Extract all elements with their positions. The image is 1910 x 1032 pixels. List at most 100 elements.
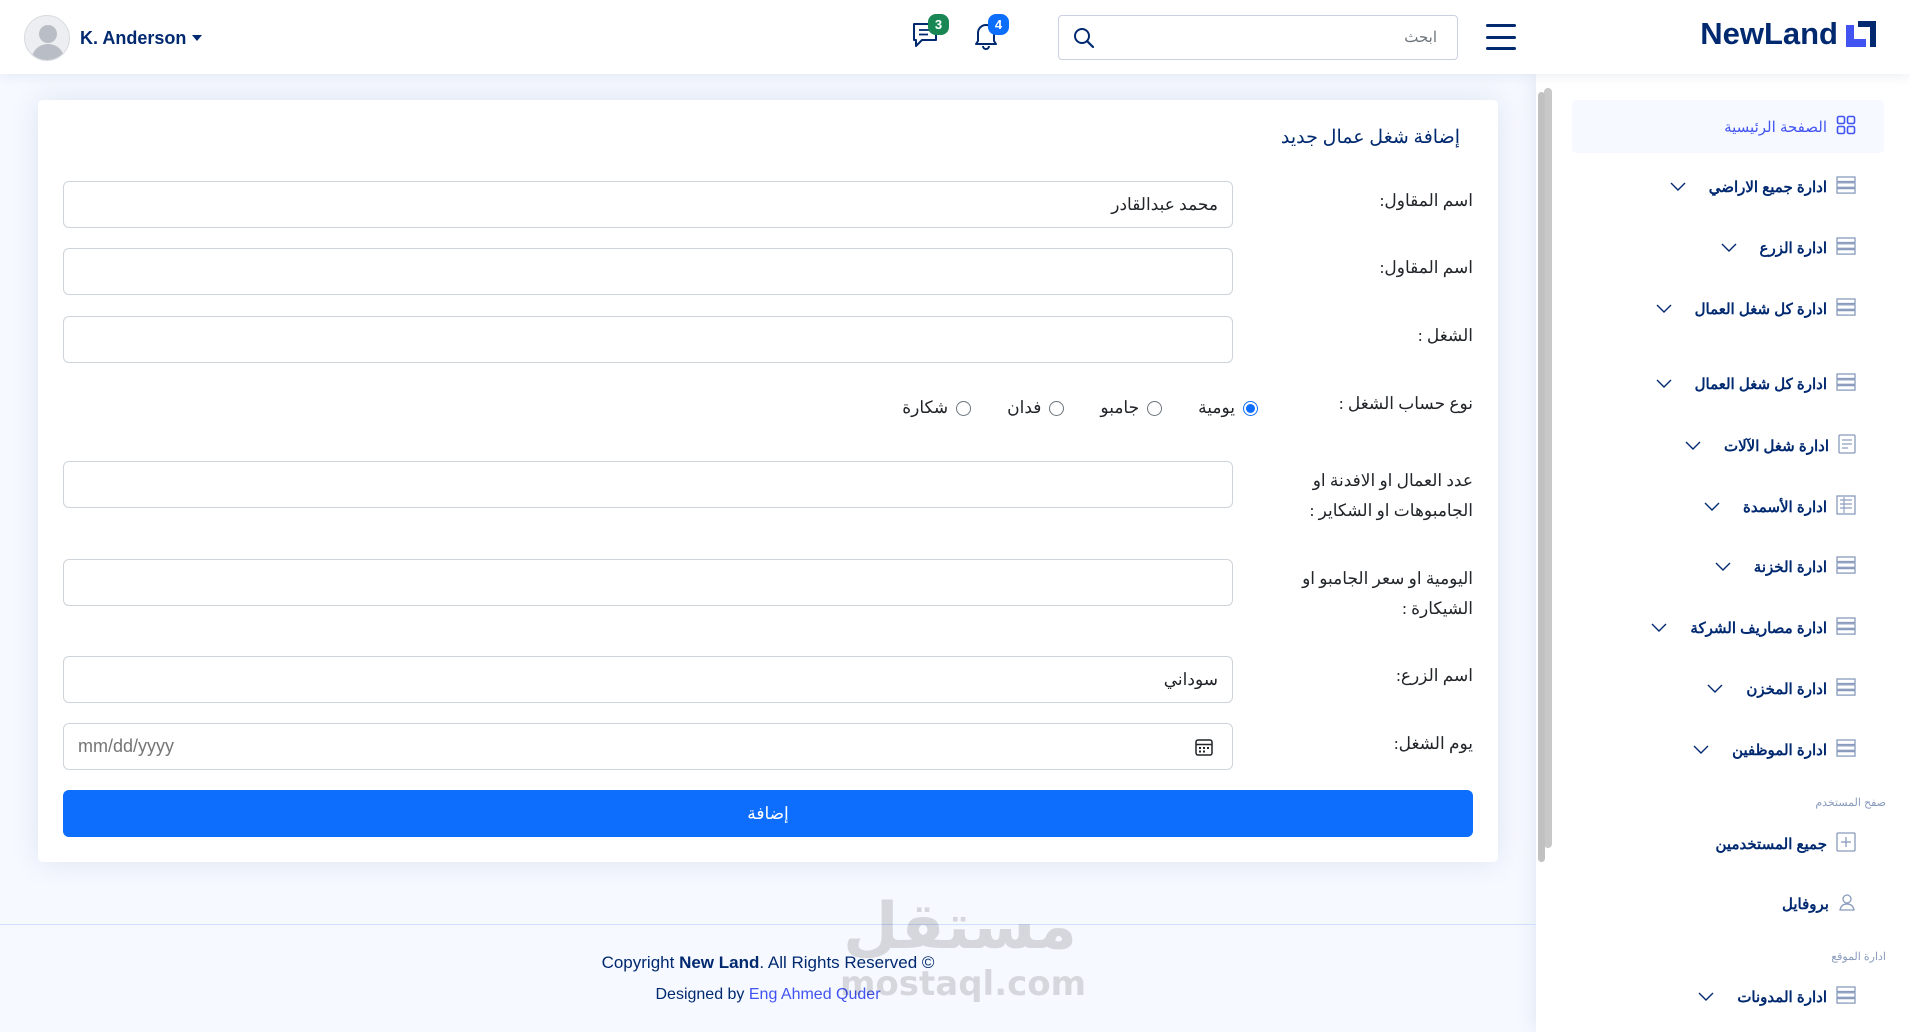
price-field[interactable]	[63, 559, 1233, 606]
brand-logo[interactable]: NewLand	[1700, 16, 1878, 52]
footer-brand: New Land	[679, 953, 760, 972]
contractor2-input[interactable]	[64, 249, 1232, 294]
radio-button[interactable]	[956, 400, 972, 416]
sidebar-item-label: ادارة المدونات	[1737, 989, 1827, 1006]
footer: Copyright New Land. All Rights Reserved …	[0, 924, 1536, 1032]
user-name: K. Anderson	[80, 27, 187, 48]
chevron-down-icon	[1656, 376, 1672, 393]
sidebar-item-expenses[interactable]: ادارة مصاريف الشركة	[1651, 617, 1856, 639]
server-icon	[1836, 986, 1856, 1008]
brand-name: NewLand	[1700, 16, 1838, 51]
designer-link[interactable]: Eng Ahmed Quder	[749, 986, 881, 1003]
sidebar-item-employees[interactable]: ادارة الموظفين	[1693, 739, 1856, 761]
chevron-down-icon	[1707, 681, 1723, 698]
person-icon	[1838, 893, 1856, 915]
document-icon	[1838, 434, 1856, 458]
sidebar-item-profile[interactable]: بروفايل	[1782, 893, 1856, 915]
sidebar-item-fertilizers[interactable]: ادارة الأسمدة	[1704, 495, 1856, 519]
add-workers-form-card: إضافة شغل عمال جديد اسم المقاول: اسم الم…	[38, 100, 1498, 862]
count-field[interactable]	[63, 461, 1233, 508]
contractor2-label: اسم المقاول:	[1379, 258, 1473, 277]
chevron-down-icon	[1670, 179, 1686, 196]
sidebar-item-label: ادارة الموظفين	[1732, 742, 1827, 759]
calc-type-label: نوع حساب الشغل :	[1338, 394, 1473, 413]
profile-menu[interactable]: K. Anderson	[24, 15, 203, 61]
radio-feddan[interactable]: فدان	[1007, 398, 1065, 418]
chevron-down-icon	[1693, 742, 1709, 759]
work-input[interactable]	[64, 317, 1232, 362]
work-label: الشغل :	[1417, 326, 1473, 345]
server-icon	[1836, 678, 1856, 700]
sidebar-item-label: جميع المستخدمين	[1715, 836, 1827, 853]
contractor-field[interactable]	[63, 181, 1233, 228]
radio-daily[interactable]: يومية	[1198, 398, 1258, 418]
top-header: NewLand 3 4 K. Anderson	[0, 0, 1910, 74]
server-icon	[1836, 556, 1856, 578]
chevron-down-icon	[1704, 499, 1720, 516]
sidebar-item-label: الصفحة الرئيسية	[1724, 118, 1827, 136]
sidebar-item-lands[interactable]: ادارة جميع الاراضي	[1670, 176, 1856, 198]
search-icon[interactable]	[1073, 27, 1095, 54]
add-button[interactable]: إضافة	[63, 790, 1473, 837]
designed-by-text: Designed by Eng Ahmed Quder	[655, 986, 881, 1003]
crop-field[interactable]	[63, 656, 1233, 703]
menu-toggle-icon[interactable]	[1486, 24, 1516, 50]
messages-button[interactable]: 3	[910, 14, 949, 55]
crop-label: اسم الزرع:	[1396, 666, 1473, 685]
sidebar-item-machines[interactable]: ادارة شغل الآلات	[1685, 434, 1856, 458]
page-title: إضافة شغل عمال جديد	[1280, 127, 1460, 148]
sidebar-item-crops[interactable]: ادارة الزرع	[1721, 237, 1857, 259]
calendar-icon[interactable]	[1194, 737, 1214, 762]
chevron-down-icon	[1721, 240, 1737, 257]
page-scrollbar-thumb[interactable]	[1538, 92, 1545, 862]
chevron-down-icon	[1651, 620, 1667, 637]
radio-sack[interactable]: شكارة	[902, 398, 972, 418]
messages-badge: 3	[928, 14, 949, 35]
contractor2-field[interactable]	[63, 248, 1233, 295]
search-input[interactable]	[1109, 22, 1439, 53]
server-icon	[1836, 176, 1856, 198]
server-icon	[1836, 298, 1856, 320]
crop-input[interactable]	[64, 657, 1232, 702]
copyright-text: Copyright New Land. All Rights Reserved …	[601, 953, 935, 972]
sidebar-item-label: ادارة كل شغل العمال	[1694, 376, 1827, 393]
contractor-input[interactable]	[64, 182, 1232, 227]
sidebar-item-workers-2[interactable]: ادارة كل شغل العمال	[1656, 373, 1856, 395]
sidebar-item-all-users[interactable]: جميع المستخدمين	[1716, 832, 1856, 856]
server-icon	[1836, 373, 1856, 395]
logo-mark-icon	[1844, 19, 1878, 49]
chevron-down-icon	[1698, 989, 1714, 1006]
sidebar: الصفحة الرئيسية ادارة جميع الاراضي ادارة…	[1536, 74, 1910, 1032]
sidebar-item-blogs[interactable]: ادارة المدونات	[1698, 986, 1856, 1008]
page-scrollbar[interactable]	[1536, 80, 1548, 1032]
date-field[interactable]	[63, 723, 1233, 770]
sidebar-item-workers-1[interactable]: ادارة كل شغل العمال	[1656, 298, 1856, 320]
count-input[interactable]	[64, 462, 1232, 507]
sidebar-item-label: ادارة كل شغل العمال	[1694, 301, 1827, 318]
radio-jumbo[interactable]: جامبو	[1100, 398, 1163, 418]
sidebar-item-label: ادارة جميع الاراضي	[1708, 179, 1827, 196]
chevron-down-icon	[1685, 438, 1701, 455]
sidebar-item-label: ادارة مصاريف الشركة	[1690, 620, 1827, 637]
radio-button[interactable]	[1049, 400, 1065, 416]
sidebar-heading-site: ادارة الموقع	[1831, 951, 1886, 963]
radio-button[interactable]	[1243, 400, 1258, 416]
radio-button[interactable]	[1147, 400, 1163, 416]
notifications-button[interactable]: 4	[970, 14, 1009, 55]
plus-square-icon	[1836, 832, 1856, 856]
work-field[interactable]	[63, 316, 1233, 363]
sidebar-item-label: ادارة الزرع	[1759, 240, 1828, 257]
chat-icon	[910, 23, 942, 55]
sidebar-item-label: ادارة الخزنة	[1753, 559, 1827, 576]
search-bar	[1058, 15, 1458, 60]
sidebar-item-warehouse[interactable]: ادارة المخزن	[1707, 678, 1856, 700]
date-input[interactable]	[64, 724, 1232, 769]
price-label: اليومية او سعر الجامبو او الشيكارة :	[1302, 569, 1473, 618]
chevron-down-icon	[1715, 559, 1731, 576]
chevron-down-icon	[1656, 301, 1672, 318]
sidebar-item-treasury[interactable]: ادارة الخزنة	[1715, 556, 1856, 578]
server-icon	[1836, 617, 1856, 639]
sidebar-item-label: ادارة شغل الآلات	[1723, 438, 1829, 455]
price-input[interactable]	[64, 560, 1232, 605]
sidebar-item-home[interactable]: الصفحة الرئيسية	[1572, 100, 1884, 153]
